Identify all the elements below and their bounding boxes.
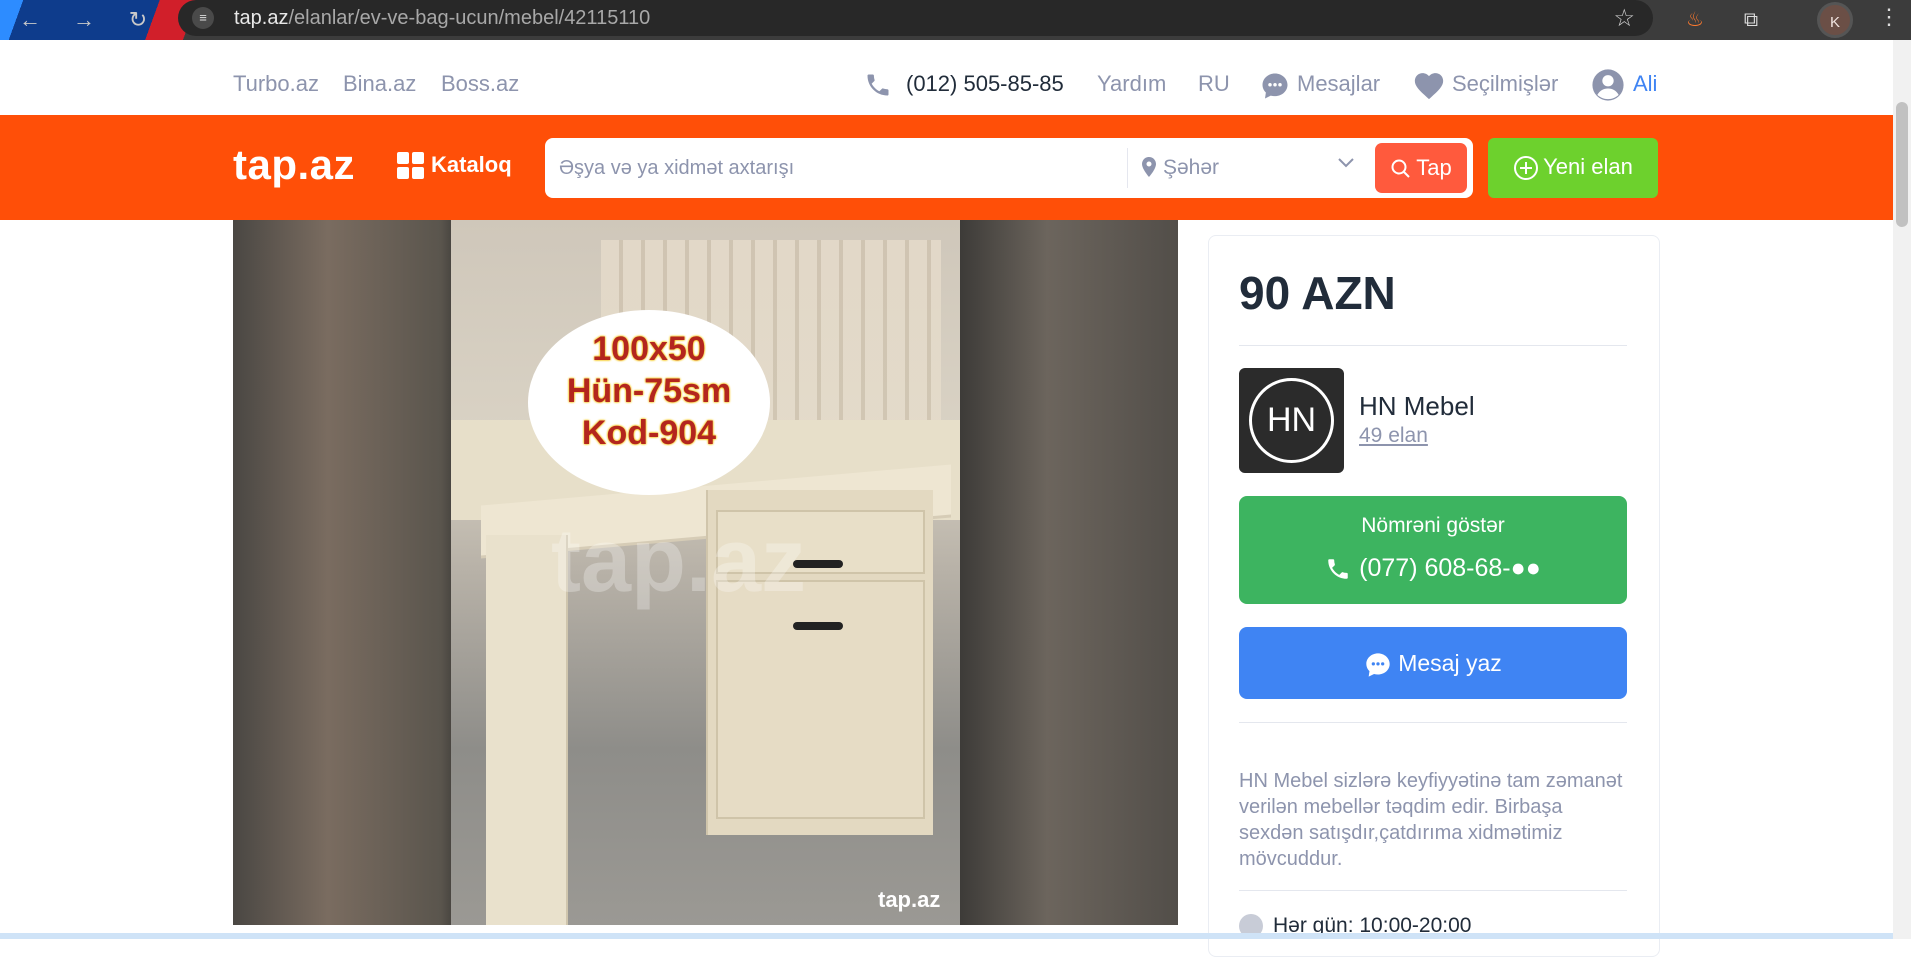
messages-link[interactable]: Mesajlar (1297, 71, 1380, 97)
divider (1239, 345, 1627, 346)
extensions-puzzle-icon[interactable]: ⧉ (1736, 5, 1766, 35)
shop-logo-mark: HN (1249, 378, 1334, 463)
location-pin-icon (1142, 157, 1156, 182)
badge-line-code: Kod-904 (581, 414, 717, 452)
scrollbar-thumb[interactable] (1896, 102, 1908, 227)
chat-icon (1366, 653, 1390, 677)
favorites-link[interactable]: Seçilmişlər (1452, 71, 1558, 97)
search-divider (1127, 148, 1128, 188)
shop-description: HN Mebel sizlərə keyfiyyətinə tam zəmanə… (1239, 770, 1623, 870)
url-text[interactable]: tap.az/elanlar/ev-ve-bag-ucun/mebel/4211… (234, 7, 650, 30)
badge-line-dimensions: 100x50 (592, 330, 706, 368)
window-bottom-edge (0, 933, 1893, 939)
support-phone[interactable]: (012) 505-85-85 (906, 71, 1064, 97)
search-input[interactable]: Əşya və ya xidmət axtarışı (559, 157, 794, 180)
plus-circle-icon (1514, 156, 1539, 181)
catalog-button[interactable]: Kataloq (397, 152, 512, 180)
send-message-button[interactable]: Mesaj yaz (1239, 627, 1627, 699)
search-form: Əşya və ya xidmət axtarışı Şəhər Tap (545, 138, 1473, 198)
top-links-bar: Turbo.az Bina.az Boss.az (012) 505-85-85… (0, 40, 1893, 115)
bookmark-star-icon[interactable]: ☆ (1613, 4, 1635, 33)
city-select[interactable]: Şəhər (1163, 156, 1219, 180)
profile-avatar[interactable]: K (1817, 2, 1853, 38)
page-scrollbar[interactable] (1893, 40, 1911, 939)
search-button-label: Tap (1416, 155, 1452, 180)
site-header: tap.az Kataloq Əşya və ya xidmət axtarış… (0, 115, 1893, 220)
photo-corner-watermark: tap.az (878, 887, 941, 912)
back-icon[interactable]: ← (16, 6, 44, 34)
masked-phone: (077) 608-68-●● (1239, 554, 1627, 583)
masked-phone-text: (077) 608-68-●● (1359, 554, 1541, 582)
address-bar[interactable]: ≡ tap.az/elanlar/ev-ve-bag-ucun/mebel/42… (178, 0, 1653, 36)
listing-sidebar: 90 AZN HN HN Mebel 49 elan Nömrəni göstə… (1208, 235, 1660, 957)
browser-menu-icon[interactable]: ⋮ (1878, 4, 1900, 30)
phone-icon (864, 71, 892, 104)
link-boss-az[interactable]: Boss.az (441, 71, 519, 97)
link-turbo-az[interactable]: Turbo.az (233, 71, 319, 97)
link-bina-az[interactable]: Bina.az (343, 71, 416, 97)
listing-photo[interactable]: tap.az 100x50 Hün-75sm Kod-904 (451, 220, 960, 925)
url-host: tap.az (234, 7, 289, 29)
divider (1239, 890, 1627, 891)
shop-logo[interactable]: HN (1239, 368, 1344, 473)
photo-handle-bottom (793, 622, 843, 630)
catalog-label: Kataloq (431, 152, 512, 177)
new-ad-label: Yeni elan (1543, 154, 1633, 179)
user-icon (1591, 68, 1625, 107)
show-number-button[interactable]: Nömrəni göstər (077) 608-68-●● (1239, 496, 1627, 604)
extension-flame-icon[interactable]: ♨ (1680, 5, 1710, 35)
reload-icon[interactable]: ↻ (124, 6, 152, 34)
photo-drawer-bottom (716, 580, 925, 819)
shop-name[interactable]: HN Mebel (1359, 391, 1475, 422)
listing-gallery[interactable]: tap.az 100x50 Hün-75sm Kod-904 tap.az (233, 220, 1178, 925)
show-number-label: Nömrəni göstər (1361, 514, 1505, 537)
forward-icon[interactable]: → (70, 6, 98, 34)
photo-watermark: tap.az (551, 511, 807, 611)
badge-line-height: Hün-75sm (566, 372, 732, 410)
help-link[interactable]: Yardım (1097, 71, 1166, 97)
tap-az-logo[interactable]: tap.az (233, 141, 355, 189)
search-button[interactable]: Tap (1375, 143, 1467, 193)
browser-toolbar: ← → ↻ ≡ tap.az/elanlar/ev-ve-bag-ucun/me… (0, 0, 1911, 40)
photo-size-badge: 100x50 Hün-75sm Kod-904 (528, 310, 770, 495)
chevron-down-icon[interactable] (1336, 152, 1356, 177)
listing-price: 90 AZN (1239, 267, 1396, 319)
grid-icon (397, 152, 425, 180)
user-profile-link[interactable]: Ali (1633, 71, 1657, 97)
shop-ads-link[interactable]: 49 elan (1359, 424, 1428, 448)
heart-icon (1412, 69, 1446, 106)
new-ad-button[interactable]: Yeni elan (1488, 138, 1658, 198)
language-switch[interactable]: RU (1198, 71, 1230, 97)
url-path: /elanlar/ev-ve-bag-ucun/mebel/42115110 (288, 7, 651, 29)
gallery-blur-right (960, 220, 1178, 925)
messages-icon (1260, 71, 1290, 106)
divider (1239, 722, 1627, 723)
site-settings-icon[interactable]: ≡ (192, 7, 214, 29)
search-icon (1391, 159, 1410, 178)
phone-icon (1328, 559, 1348, 580)
send-message-label: Mesaj yaz (1398, 650, 1502, 676)
